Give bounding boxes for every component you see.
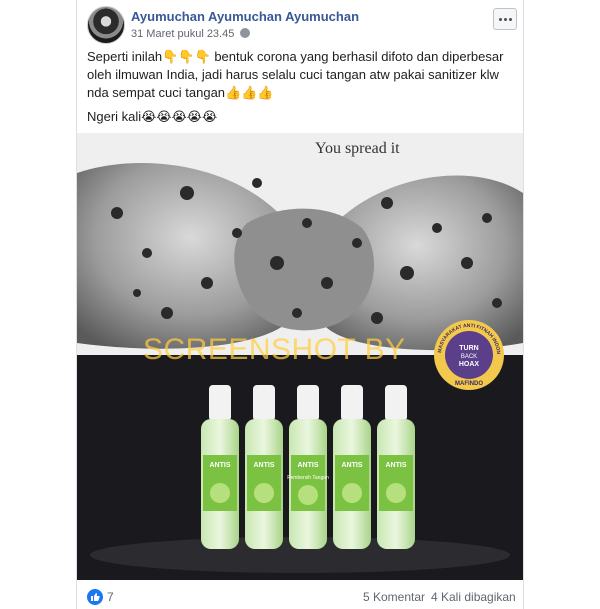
badge-bottom-text: MAFINDO: [455, 381, 483, 387]
avatar[interactable]: [87, 6, 125, 44]
thumbs-up-icon: [91, 593, 100, 601]
post-paragraph: Seperti inilah👇👇👇 bentuk corona yang ber…: [87, 49, 504, 100]
facebook-post: Ayumuchan Ayumuchan Ayumuchan 31 Maret p…: [76, 0, 524, 609]
comments-count-link[interactable]: 5 Komentar: [363, 590, 425, 604]
bottle-label: Pembersih Tangan: [287, 475, 329, 481]
like-count[interactable]: 7: [107, 590, 114, 604]
screenshot-watermark: SCREENSHOT BY: [143, 333, 406, 366]
author-name[interactable]: Ayumuchan Ayumuchan Ayumuchan: [131, 9, 359, 24]
badge-line3: HOAX: [459, 361, 480, 368]
post-paragraph: Ngeri kali😭😭😭😭😭: [87, 109, 218, 124]
post-footer: 7 5 Komentar 4 Kali dibagikan: [77, 580, 523, 609]
more-options-button[interactable]: [493, 8, 517, 30]
bottle-brand: ANTIS: [254, 462, 275, 469]
post-media[interactable]: You spread it ANTIS ANTIS ANTIS Pembersi…: [77, 133, 523, 580]
more-dot-icon: [508, 17, 512, 21]
bottle-brand: ANTIS: [386, 462, 407, 469]
bottle-brand: ANTIS: [342, 462, 363, 469]
more-dot-icon: [498, 17, 502, 21]
turnbackhoax-badge-icon: MASYARAKAT ANTI FITNAH INDONESIA TURN BA…: [433, 319, 504, 390]
post-timestamp[interactable]: 31 Maret pukul 23.45: [131, 28, 234, 40]
shares-count-link[interactable]: 4 Kali dibagikan: [431, 590, 516, 604]
post-text: Seperti inilah👇👇👇 bentuk corona yang ber…: [87, 48, 517, 132]
globe-icon: [240, 28, 251, 38]
bottle-brand: ANTIS: [210, 462, 231, 469]
bottle-brand: ANTIS: [298, 462, 319, 469]
post-meta: 31 Maret pukul 23.45: [131, 28, 251, 40]
more-dot-icon: [503, 17, 507, 21]
badge-line2: BACK: [461, 354, 477, 360]
badge-line1: TURN: [459, 345, 478, 352]
like-reaction-icon[interactable]: [87, 589, 103, 605]
image-caption: You spread it: [315, 140, 400, 157]
post-header: Ayumuchan Ayumuchan Ayumuchan 31 Maret p…: [87, 6, 517, 46]
